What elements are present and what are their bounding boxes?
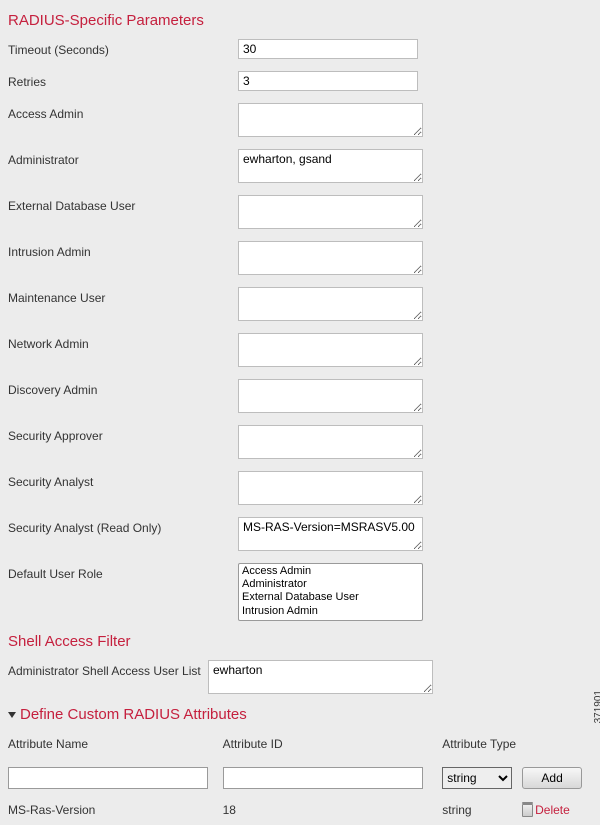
shell-section-title: Shell Access Filter bbox=[8, 633, 592, 650]
network-admin-row: Network Admin bbox=[8, 333, 592, 367]
custom-attr-title: Define Custom RADIUS Attributes bbox=[20, 706, 247, 723]
attr-row-id: 18 bbox=[223, 803, 443, 817]
intrusion-admin-input[interactable] bbox=[238, 241, 423, 275]
sec-analyst-ro-input[interactable]: MS-RAS-Version=MSRASV5.00 bbox=[238, 517, 423, 551]
access-admin-label: Access Admin bbox=[8, 103, 238, 121]
attr-name-input[interactable] bbox=[8, 767, 208, 789]
intrusion-admin-label: Intrusion Admin bbox=[8, 241, 238, 259]
shell-user-label: Administrator Shell Access User List bbox=[8, 660, 208, 678]
attr-row-name: MS-Ras-Version bbox=[8, 803, 223, 817]
network-admin-label: Network Admin bbox=[8, 333, 238, 351]
default-role-option[interactable]: External Database User bbox=[240, 591, 421, 604]
default-role-listbox[interactable]: Access Admin Administrator External Data… bbox=[238, 563, 423, 621]
attr-id-header: Attribute ID bbox=[223, 737, 443, 767]
sec-analyst-label: Security Analyst bbox=[8, 471, 238, 489]
default-role-row: Default User Role Access Admin Administr… bbox=[8, 563, 592, 621]
shell-user-input[interactable]: ewharton bbox=[208, 660, 433, 694]
page-id: 371901 bbox=[593, 690, 600, 723]
sec-approver-input[interactable] bbox=[238, 425, 423, 459]
attr-type-header: Attribute Type bbox=[442, 737, 522, 767]
default-role-option[interactable]: Intrusion Admin bbox=[240, 605, 421, 618]
retries-row: Retries bbox=[8, 71, 592, 91]
add-button[interactable]: Add bbox=[522, 767, 582, 789]
sec-approver-label: Security Approver bbox=[8, 425, 238, 443]
sec-analyst-ro-row: Security Analyst (Read Only) MS-RAS-Vers… bbox=[8, 517, 592, 551]
maint-user-input[interactable] bbox=[238, 287, 423, 321]
attr-name-header: Attribute Name bbox=[8, 737, 223, 767]
default-role-label: Default User Role bbox=[8, 563, 238, 581]
discovery-admin-input[interactable] bbox=[238, 379, 423, 413]
chevron-down-icon bbox=[8, 712, 16, 718]
radius-section-title: RADIUS-Specific Parameters bbox=[8, 12, 592, 29]
discovery-admin-label: Discovery Admin bbox=[8, 379, 238, 397]
default-role-option[interactable]: Access Admin bbox=[240, 565, 421, 578]
retries-input[interactable] bbox=[238, 71, 418, 91]
delete-button[interactable]: Delete bbox=[522, 803, 592, 817]
discovery-admin-row: Discovery Admin bbox=[8, 379, 592, 413]
access-admin-input[interactable] bbox=[238, 103, 423, 137]
sec-analyst-ro-label: Security Analyst (Read Only) bbox=[8, 517, 238, 535]
sec-approver-row: Security Approver bbox=[8, 425, 592, 459]
access-admin-row: Access Admin bbox=[8, 103, 592, 137]
attr-row-type: string bbox=[442, 803, 522, 817]
shell-user-row: Administrator Shell Access User List ewh… bbox=[8, 660, 592, 694]
trash-icon bbox=[522, 804, 533, 817]
ext-db-user-label: External Database User bbox=[8, 195, 238, 213]
default-role-option[interactable]: Administrator bbox=[240, 578, 421, 591]
attr-id-input[interactable] bbox=[223, 767, 423, 789]
administrator-input[interactable]: ewharton, gsand bbox=[238, 149, 423, 183]
retries-label: Retries bbox=[8, 71, 238, 89]
ext-db-user-row: External Database User bbox=[8, 195, 592, 229]
timeout-input[interactable] bbox=[238, 39, 418, 59]
attr-header-row: Attribute Name Attribute ID Attribute Ty… bbox=[8, 737, 592, 789]
ext-db-user-input[interactable] bbox=[238, 195, 423, 229]
maint-user-label: Maintenance User bbox=[8, 287, 238, 305]
sec-analyst-row: Security Analyst bbox=[8, 471, 592, 505]
attr-type-select[interactable]: string bbox=[442, 767, 512, 789]
timeout-label: Timeout (Seconds) bbox=[8, 39, 238, 57]
maint-user-row: Maintenance User bbox=[8, 287, 592, 321]
administrator-row: Administrator ewharton, gsand bbox=[8, 149, 592, 183]
delete-label: Delete bbox=[535, 803, 570, 817]
timeout-row: Timeout (Seconds) bbox=[8, 39, 592, 59]
custom-attr-toggle[interactable]: Define Custom RADIUS Attributes bbox=[8, 706, 592, 723]
intrusion-admin-row: Intrusion Admin bbox=[8, 241, 592, 275]
administrator-label: Administrator bbox=[8, 149, 238, 167]
table-row: MS-Ras-Version 18 string Delete bbox=[8, 803, 592, 817]
sec-analyst-input[interactable] bbox=[238, 471, 423, 505]
network-admin-input[interactable] bbox=[238, 333, 423, 367]
